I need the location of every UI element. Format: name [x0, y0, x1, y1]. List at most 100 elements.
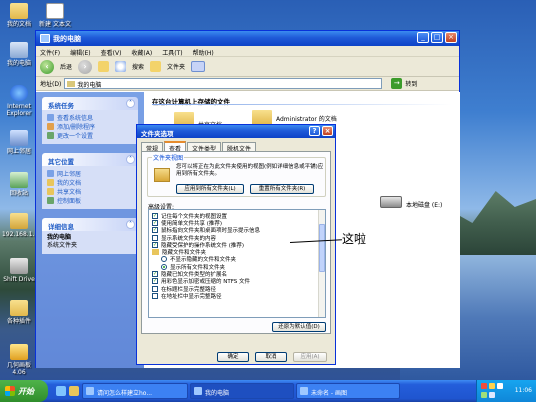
forward-arrow-icon[interactable]: ›	[78, 59, 93, 74]
tab-offline-files[interactable]: 脱机文件	[222, 142, 257, 153]
minimize-button[interactable]: _	[417, 32, 429, 43]
help-button[interactable]: ?	[309, 126, 320, 136]
back-button-label[interactable]: 后退	[60, 62, 72, 71]
tab-general[interactable]: 常规	[141, 142, 164, 153]
ie-quicklaunch-icon[interactable]	[56, 386, 66, 396]
desktop-icon-my-computer[interactable]: 我的电脑	[2, 42, 36, 67]
desktop-icon-new-text[interactable]: 新建 文本文	[38, 3, 72, 28]
taskbar-item-paint[interactable]: 未命名 - 画图	[296, 383, 400, 399]
place-my-documents[interactable]: 我的文档	[47, 178, 133, 187]
folder-icon	[47, 188, 54, 195]
up-folder-icon[interactable]	[98, 61, 110, 72]
collapse-chevron-icon[interactable]: ˄	[126, 155, 135, 164]
tab-file-types[interactable]: 文件类型	[187, 142, 222, 153]
scrollbar-thumb[interactable]	[319, 224, 325, 272]
maximize-button[interactable]: □	[431, 32, 443, 43]
admin-documents-folder-icon[interactable]	[252, 110, 272, 125]
tab-view[interactable]: 查看	[164, 141, 187, 153]
admin-documents-label[interactable]: Administrator 的文档	[276, 114, 337, 123]
recycle-bin-icon	[10, 172, 28, 188]
checkbox[interactable]	[152, 234, 158, 241]
advanced-list-scrollbar[interactable]	[318, 210, 325, 317]
system-info-icon	[47, 114, 54, 121]
dialog-titlebar[interactable]: 文件夹选项 ? ×	[137, 125, 335, 138]
menu-file[interactable]: 文件(F)	[40, 48, 60, 57]
desktop-icon-ie[interactable]: Internet Explorer	[2, 85, 36, 117]
tray-icon[interactable]	[481, 392, 487, 398]
place-network[interactable]: 网上邻居	[47, 169, 133, 178]
task-view-system-info[interactable]: 查看系统信息	[47, 113, 133, 122]
search-button[interactable]: 搜索	[132, 62, 144, 71]
checkbox[interactable]: ✓	[152, 227, 158, 234]
ie-icon	[10, 85, 28, 101]
views-icon[interactable]	[191, 61, 206, 72]
task-change-setting[interactable]: 更改一个设置	[47, 131, 133, 140]
checkbox[interactable]: ✓	[152, 212, 158, 219]
go-button[interactable]: 转到	[405, 79, 417, 88]
apply-button[interactable]: 应用(A)	[293, 352, 327, 362]
text-file-icon	[46, 3, 64, 19]
window-title: 我的电脑	[53, 35, 81, 43]
start-label: 开始	[18, 387, 34, 396]
desktop-icon-recycle-bin[interactable]: 回收站	[2, 172, 36, 197]
folders-button[interactable]: 文件夹	[167, 62, 185, 71]
desktop-icon-ip[interactable]: 192.168.1.1	[2, 213, 39, 238]
advanced-setting-row[interactable]: 在地址栏中显示完整路径	[152, 292, 317, 300]
go-arrow-icon[interactable]: →	[391, 78, 403, 89]
desktop-quicklaunch-icon[interactable]	[69, 386, 79, 396]
desktop-icon-plugins[interactable]: 各种插件	[2, 300, 36, 325]
checkbox[interactable]: ✓	[152, 241, 158, 248]
dialog-close-button[interactable]: ×	[322, 126, 333, 136]
menu-help[interactable]: 帮助(H)	[193, 48, 214, 57]
menu-favorites[interactable]: 收藏(A)	[131, 48, 152, 57]
collapse-chevron-icon[interactable]: ˄	[126, 220, 135, 229]
local-disk-icon[interactable]	[380, 196, 402, 208]
apply-to-all-folders-button[interactable]: 应用到所有文件夹(L)	[176, 184, 244, 194]
checkbox[interactable]	[152, 285, 158, 292]
menu-tools[interactable]: 工具(T)	[162, 48, 182, 57]
collapse-chevron-icon[interactable]: ˄	[126, 99, 135, 108]
local-disk-label[interactable]: 本地磁盘 (E:)	[406, 200, 442, 209]
clock[interactable]: 11:06	[515, 387, 532, 394]
desktop-icon-label: 192.168.1.1	[2, 231, 39, 238]
tray-icon[interactable]	[489, 383, 495, 389]
close-button[interactable]: ×	[445, 32, 457, 43]
volume-icon[interactable]	[497, 383, 503, 389]
advanced-settings-list[interactable]: ✓ 记住每个文件夹的视图设置 ✓ 使用简单文件共享 (推荐) ✓ 鼠标指向文件夹和桌面项时…	[148, 209, 326, 318]
radio-button[interactable]	[161, 263, 167, 270]
desktop-icon-gsp[interactable]: 几何画板 4.06	[2, 344, 36, 376]
ok-button[interactable]: 确定	[217, 352, 249, 362]
details-subtitle: 系统文件夹	[47, 242, 78, 249]
checkbox[interactable]: ✓	[152, 271, 158, 278]
radio-button[interactable]	[161, 256, 167, 263]
checkbox[interactable]: ✓	[152, 278, 158, 285]
start-button[interactable]: 开始	[0, 380, 48, 402]
desktop-icon-network[interactable]: 网上邻居	[2, 130, 36, 155]
checkbox[interactable]: ✓	[152, 219, 158, 226]
desktop-icon-my-documents[interactable]: 我的文档	[2, 3, 36, 28]
restore-defaults-button[interactable]: 还原为默认值(D)	[272, 322, 326, 332]
network-status-icon[interactable]	[489, 392, 495, 398]
desktop-icon-shift-drive[interactable]: Shift Drive	[2, 258, 36, 283]
folder-views-label: 文件夹视图	[152, 153, 185, 162]
menu-edit[interactable]: 编辑(E)	[70, 48, 90, 57]
address-field[interactable]: 我的电脑	[64, 78, 383, 89]
other-places-header[interactable]: 其它位置 ˄	[42, 153, 138, 166]
place-control-panel[interactable]: 控制面板	[47, 196, 133, 205]
details-header[interactable]: 详细信息 ˄	[42, 218, 138, 231]
tray-icon[interactable]	[481, 383, 487, 389]
address-bar: 地址(D) 我的电脑 → 转到	[36, 77, 459, 91]
checkbox[interactable]	[152, 292, 158, 299]
taskbar-item-my-computer[interactable]: 我的电脑	[190, 383, 294, 399]
place-shared-documents[interactable]: 共享文档	[47, 187, 133, 196]
task-add-remove-programs[interactable]: 添加/删除程序	[47, 122, 133, 131]
cancel-button[interactable]: 取消	[255, 352, 287, 362]
reset-all-folders-button[interactable]: 重置所有文件夹(R)	[250, 184, 314, 194]
taskbar-item-browser[interactable]: 请问怎么样建立ho...	[82, 383, 188, 399]
back-arrow-icon[interactable]: ‹	[40, 59, 54, 74]
explorer-titlebar[interactable]: 我的电脑	[36, 31, 459, 46]
task-label: 我的电脑	[205, 390, 230, 397]
system-tasks-header[interactable]: 系统任务 ˄	[42, 97, 138, 110]
menu-view[interactable]: 查看(V)	[101, 48, 122, 57]
folder-icon	[152, 249, 159, 256]
